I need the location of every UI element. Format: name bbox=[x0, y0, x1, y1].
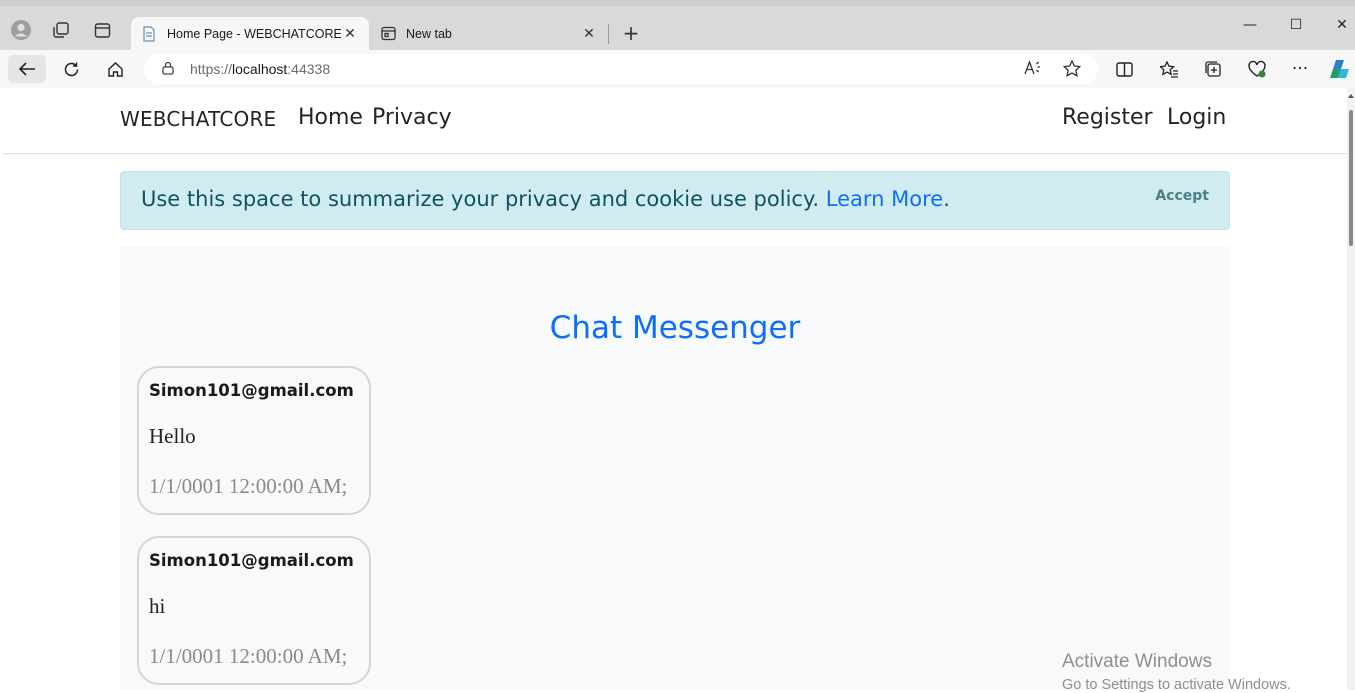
accept-button[interactable]: Accept bbox=[1155, 188, 1209, 204]
maximize-icon[interactable]: ☐ bbox=[1281, 12, 1311, 38]
newtab-icon bbox=[380, 26, 396, 42]
url-port: :44338 bbox=[287, 61, 331, 77]
collections-icon[interactable] bbox=[1199, 55, 1227, 83]
cookie-text: Use this space to summarize your privacy… bbox=[141, 187, 950, 211]
close-window-icon[interactable]: ✕ bbox=[1327, 12, 1355, 38]
refresh-icon[interactable] bbox=[57, 55, 85, 83]
tab-title: Home Page - WEBCHATCORE bbox=[167, 26, 341, 41]
tab-new-tab[interactable]: New tab ✕ bbox=[370, 17, 608, 50]
scroll-up-arrow-icon[interactable] bbox=[1348, 94, 1354, 98]
tab-separator bbox=[608, 24, 609, 44]
chat-title: Chat Messenger bbox=[549, 310, 801, 346]
close-tab-icon[interactable]: ✕ bbox=[580, 25, 598, 42]
copilot-icon[interactable] bbox=[1327, 55, 1355, 83]
workspaces-icon[interactable] bbox=[49, 18, 73, 42]
tab-title: New tab bbox=[406, 26, 452, 41]
browser-titlebar: Home Page - WEBCHATCORE ✕ New tab ✕ + — … bbox=[0, 0, 1355, 50]
cookie-consent-banner: Use this space to summarize your privacy… bbox=[120, 171, 1230, 230]
nav-link-login[interactable]: Login bbox=[1167, 105, 1226, 130]
message-text: hi bbox=[149, 594, 166, 618]
page-viewport: WEBCHATCORE Home Privacy Register Login … bbox=[3, 88, 1347, 690]
browser-toolbar: https://localhost:44338 ··· bbox=[0, 50, 1355, 88]
scrollbar-thumb[interactable] bbox=[1349, 110, 1353, 246]
split-screen-icon[interactable] bbox=[1110, 55, 1138, 83]
message-timestamp: 1/1/0001 12:00:00 AM; bbox=[149, 474, 348, 498]
chat-panel: Chat Messenger Simon101@gmail.com Hello … bbox=[120, 246, 1230, 690]
message-text: Hello bbox=[149, 424, 196, 448]
activate-windows-watermark: Activate Windows Go to Settings to activ… bbox=[1062, 651, 1291, 693]
watermark-title: Activate Windows bbox=[1062, 651, 1212, 672]
lock-icon[interactable] bbox=[162, 61, 176, 78]
favorites-icon[interactable] bbox=[1155, 55, 1183, 83]
url-host: localhost bbox=[232, 61, 288, 77]
back-arrow-icon[interactable] bbox=[8, 55, 46, 83]
titlebar-topline bbox=[0, 0, 1355, 6]
nav-link-register[interactable]: Register bbox=[1062, 105, 1153, 130]
page-scrollbar[interactable] bbox=[1347, 88, 1355, 690]
home-icon[interactable] bbox=[101, 55, 129, 83]
site-navbar: WEBCHATCORE Home Privacy Register Login bbox=[3, 88, 1347, 154]
read-aloud-icon[interactable] bbox=[1024, 60, 1042, 80]
tab-home-page[interactable]: Home Page - WEBCHATCORE ✕ bbox=[131, 17, 369, 50]
message-sender: Simon101@gmail.com bbox=[149, 551, 354, 570]
url-scheme: https:// bbox=[190, 61, 233, 77]
favorite-star-icon[interactable] bbox=[1062, 59, 1082, 81]
browser-essentials-icon[interactable] bbox=[1243, 55, 1271, 83]
message-bubble: Simon101@gmail.com Hello 1/1/0001 12:00:… bbox=[137, 366, 371, 515]
watermark-subtitle: Go to Settings to activate Windows. bbox=[1062, 677, 1291, 693]
close-tab-icon[interactable]: ✕ bbox=[341, 25, 359, 42]
page-icon bbox=[141, 25, 157, 42]
nav-link-privacy[interactable]: Privacy bbox=[372, 105, 452, 130]
more-options-icon[interactable]: ··· bbox=[1286, 55, 1314, 83]
nav-link-home[interactable]: Home bbox=[298, 105, 363, 130]
cookie-suffix: . bbox=[943, 187, 950, 211]
profile-icon[interactable] bbox=[9, 18, 33, 42]
cookie-message: Use this space to summarize your privacy… bbox=[141, 187, 820, 211]
message-bubble: Simon101@gmail.com hi 1/1/0001 12:00:00 … bbox=[137, 536, 371, 685]
vertical-tabs-icon[interactable] bbox=[90, 18, 114, 42]
new-tab-plus-icon[interactable]: + bbox=[618, 20, 644, 46]
minimize-icon[interactable]: — bbox=[1235, 12, 1265, 38]
learn-more-link[interactable]: Learn More bbox=[826, 187, 943, 211]
message-sender: Simon101@gmail.com bbox=[149, 381, 354, 400]
navbar-brand[interactable]: WEBCHATCORE bbox=[120, 107, 276, 131]
address-bar[interactable]: https://localhost:44338 bbox=[144, 54, 1098, 84]
message-timestamp: 1/1/0001 12:00:00 AM; bbox=[149, 644, 348, 668]
